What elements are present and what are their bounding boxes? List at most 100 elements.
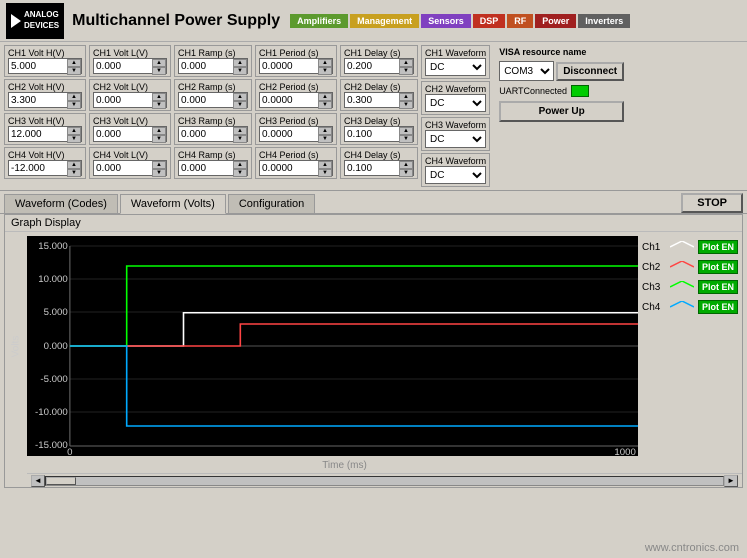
ch1-volt-h-dn[interactable]: ▼ bbox=[67, 67, 81, 75]
ch2-delay-up[interactable]: ▲ bbox=[399, 93, 413, 101]
ch4-ramp-field[interactable] bbox=[179, 161, 233, 175]
svg-text:5.000: 5.000 bbox=[44, 307, 68, 317]
ch4-ramp-up[interactable]: ▲ bbox=[233, 161, 247, 169]
ch2-ramp-up[interactable]: ▲ bbox=[233, 93, 247, 101]
ch3-period-up[interactable]: ▲ bbox=[318, 127, 332, 135]
ch4-period-field[interactable] bbox=[260, 161, 318, 175]
ch4-volt-h-field[interactable] bbox=[9, 161, 67, 175]
ch3-volt-h-up[interactable]: ▲ bbox=[67, 127, 81, 135]
ch2-period-up[interactable]: ▲ bbox=[318, 93, 332, 101]
ch2-period-dn[interactable]: ▼ bbox=[318, 101, 332, 109]
ch3-volt-l-up[interactable]: ▲ bbox=[152, 127, 166, 135]
ch1-volt-h-field[interactable] bbox=[9, 59, 67, 73]
ch1-plot-en-button[interactable]: Plot EN bbox=[698, 240, 738, 254]
ch3-ramp-field[interactable] bbox=[179, 127, 233, 141]
scrollbar-right-btn[interactable]: ► bbox=[724, 475, 738, 487]
ch2-ramp-field[interactable] bbox=[179, 93, 233, 107]
tab-dsp[interactable]: DSP bbox=[473, 14, 506, 28]
ch4-volt-l-up[interactable]: ▲ bbox=[152, 161, 166, 169]
ch2-volt-h-up[interactable]: ▲ bbox=[67, 93, 81, 101]
ch1-delay-dn[interactable]: ▼ bbox=[399, 67, 413, 75]
graph-title: Graph Display bbox=[11, 217, 81, 229]
ch3-waveform-select[interactable]: DC bbox=[425, 130, 486, 148]
ch2-volt-h-dn[interactable]: ▼ bbox=[67, 101, 81, 109]
ch3-delay-field[interactable] bbox=[345, 127, 399, 141]
ch1-ramp-field[interactable] bbox=[179, 59, 233, 73]
ch1-volt-l-dn[interactable]: ▼ bbox=[152, 67, 166, 75]
tab-sensors[interactable]: Sensors bbox=[421, 14, 471, 28]
ch3-ramp-up[interactable]: ▲ bbox=[233, 127, 247, 135]
ch2-delay-field[interactable] bbox=[345, 93, 399, 107]
ch2-line bbox=[70, 324, 638, 346]
ch1-delay-field[interactable] bbox=[345, 59, 399, 73]
scrollbar-thumb[interactable] bbox=[46, 477, 76, 485]
ch1-period-group: CH1 Period (s) ▲ ▼ bbox=[255, 45, 337, 77]
ch3-volt-h-dn[interactable]: ▼ bbox=[67, 135, 81, 143]
scrollbar-left-btn[interactable]: ◄ bbox=[31, 475, 45, 487]
ch3-volt-l-field[interactable] bbox=[94, 127, 152, 141]
ch3-volt-l-dn[interactable]: ▼ bbox=[152, 135, 166, 143]
tab-management[interactable]: Management bbox=[350, 14, 419, 28]
ch3-plot-en-button[interactable]: Plot EN bbox=[698, 280, 738, 294]
ch1-period-field[interactable] bbox=[260, 59, 318, 73]
ch4-plot-en-button[interactable]: Plot EN bbox=[698, 300, 738, 314]
ch4-period-dn[interactable]: ▼ bbox=[318, 169, 332, 177]
tab-rf[interactable]: RF bbox=[507, 14, 533, 28]
graph-panel: Graph Display Volts 15.000 10.0 bbox=[4, 214, 743, 488]
ch1-period-dn[interactable]: ▼ bbox=[318, 67, 332, 75]
ch4-delay-dn[interactable]: ▼ bbox=[399, 169, 413, 177]
disconnect-button[interactable]: Disconnect bbox=[556, 62, 624, 81]
ch4-volt-l-field[interactable] bbox=[94, 161, 152, 175]
ch1-volt-l-field[interactable] bbox=[94, 59, 152, 73]
ch2-volt-l-dn[interactable]: ▼ bbox=[152, 101, 166, 109]
ch3-period-field[interactable] bbox=[260, 127, 318, 141]
ch4-ramp-dn[interactable]: ▼ bbox=[233, 169, 247, 177]
uart-led bbox=[571, 85, 589, 97]
ch4-waveform-select[interactable]: DC bbox=[425, 166, 486, 184]
powerup-button[interactable]: Power Up bbox=[499, 101, 624, 122]
ch1-volt-h-up[interactable]: ▲ bbox=[67, 59, 81, 67]
ch1-ramp-dn[interactable]: ▼ bbox=[233, 67, 247, 75]
ch1-volt-l-up[interactable]: ▲ bbox=[152, 59, 166, 67]
ch2-delay-dn[interactable]: ▼ bbox=[399, 101, 413, 109]
tab-configuration[interactable]: Configuration bbox=[228, 194, 315, 213]
ch1-ramp-up[interactable]: ▲ bbox=[233, 59, 247, 67]
graph-title-bar: Graph Display bbox=[5, 215, 742, 232]
ch4-delay-up[interactable]: ▲ bbox=[399, 161, 413, 169]
visa-port-select[interactable]: COM3 bbox=[499, 61, 554, 81]
ch1-waveform-select[interactable]: DC bbox=[425, 58, 486, 76]
ch2-volt-l-field[interactable] bbox=[94, 93, 152, 107]
ch1-delay-group: CH1 Delay (s) ▲ ▼ bbox=[340, 45, 418, 77]
svg-text:-5.000: -5.000 bbox=[40, 374, 67, 384]
tab-power[interactable]: Power bbox=[535, 14, 576, 28]
ch1-delay-up[interactable]: ▲ bbox=[399, 59, 413, 67]
ch2-volt-h-field[interactable] bbox=[9, 93, 67, 107]
ch4-delay-field[interactable] bbox=[345, 161, 399, 175]
ch4-volt-l-dn[interactable]: ▼ bbox=[152, 169, 166, 177]
ch4-period-up[interactable]: ▲ bbox=[318, 161, 332, 169]
stop-button[interactable]: STOP bbox=[681, 193, 743, 213]
ch2-period-field[interactable] bbox=[260, 93, 318, 107]
ch1-period-up[interactable]: ▲ bbox=[318, 59, 332, 67]
tab-waveform-codes[interactable]: Waveform (Codes) bbox=[4, 194, 118, 213]
ch4-waveform-label: CH4 Waveform bbox=[425, 156, 486, 166]
ch2-waveform-select[interactable]: DC bbox=[425, 94, 486, 112]
scrollbar-track[interactable] bbox=[45, 476, 724, 486]
logo-triangle bbox=[11, 14, 21, 28]
tab-waveform-volts[interactable]: Waveform (Volts) bbox=[120, 194, 226, 214]
legend-ch2-icon bbox=[670, 261, 694, 273]
ch2-volt-l-up[interactable]: ▲ bbox=[152, 93, 166, 101]
ch3-period-dn[interactable]: ▼ bbox=[318, 135, 332, 143]
ch2-ramp-dn[interactable]: ▼ bbox=[233, 101, 247, 109]
ch3-ramp-dn[interactable]: ▼ bbox=[233, 135, 247, 143]
ch3-delay-up[interactable]: ▲ bbox=[399, 127, 413, 135]
svg-text:1000: 1000 bbox=[614, 447, 635, 456]
ch3-volt-h-field[interactable] bbox=[9, 127, 67, 141]
ch4-volt-h-dn[interactable]: ▼ bbox=[67, 169, 81, 177]
tab-amplifiers[interactable]: Amplifiers bbox=[290, 14, 348, 28]
ch1-volt-h-input[interactable]: ▲ ▼ bbox=[8, 58, 82, 74]
ch2-plot-en-button[interactable]: Plot EN bbox=[698, 260, 738, 274]
ch3-delay-dn[interactable]: ▼ bbox=[399, 135, 413, 143]
ch4-volt-h-up[interactable]: ▲ bbox=[67, 161, 81, 169]
tab-inverters[interactable]: Inverters bbox=[578, 14, 630, 28]
